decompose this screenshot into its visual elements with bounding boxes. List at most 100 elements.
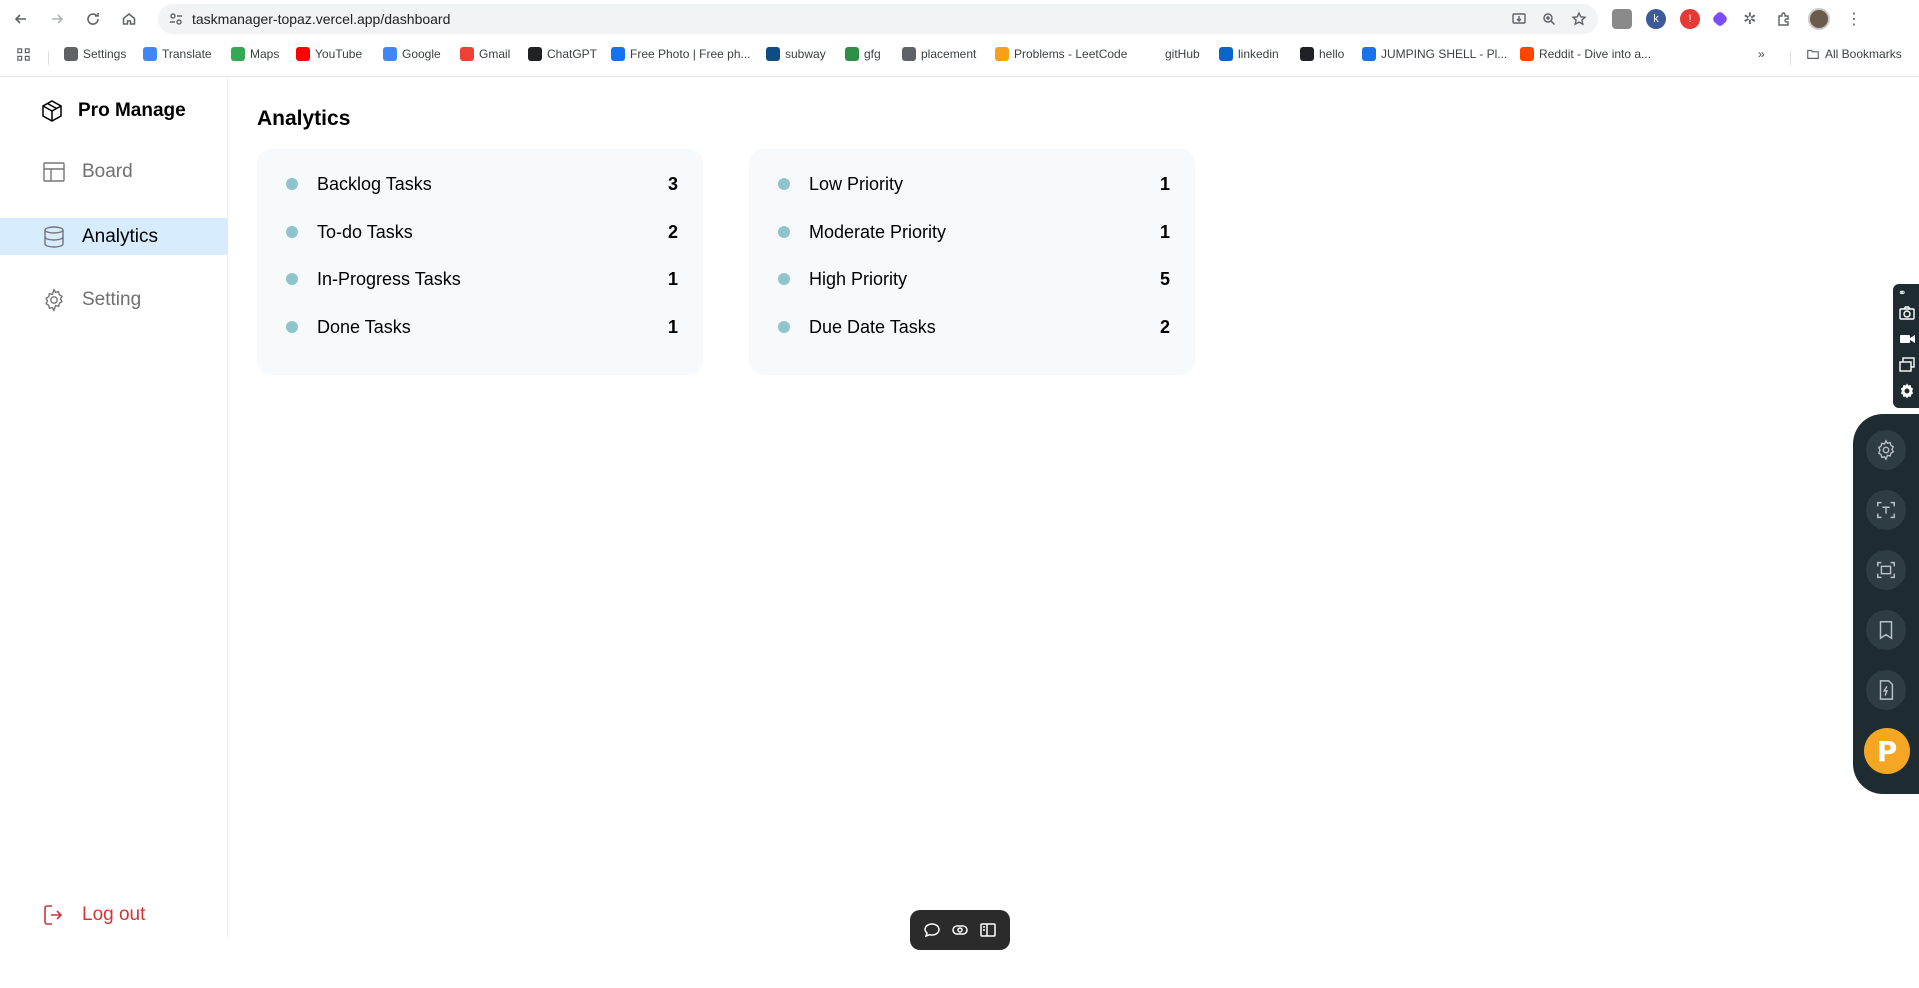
- site-info-icon[interactable]: [168, 11, 184, 27]
- comment-icon[interactable]: [922, 920, 942, 940]
- bookmark-label: ChatGPT: [547, 47, 598, 61]
- sidebar-item-analytics[interactable]: Analytics: [0, 218, 228, 255]
- bookmark-item[interactable]: Reddit - Dive into a...: [1520, 47, 1651, 61]
- bookmark-item[interactable]: placement: [902, 47, 976, 61]
- stat-value: 3: [667, 173, 678, 194]
- brand-name: Pro Manage: [78, 100, 186, 121]
- bullet-dot-icon: [778, 226, 790, 238]
- database-icon: [44, 225, 64, 248]
- bookmark-item[interactable]: Gmail: [460, 47, 510, 61]
- bookmark-label: JUMPING SHELL - Pl...: [1381, 47, 1508, 61]
- bookmark-item[interactable]: Settings: [64, 47, 126, 61]
- bullet-dot-icon: [286, 226, 298, 238]
- text-scan-icon[interactable]: [1866, 490, 1906, 530]
- freepik-icon: [611, 47, 625, 61]
- extension-brand-icon[interactable]: P: [1864, 728, 1910, 774]
- bookmark-star-icon[interactable]: [1570, 10, 1588, 28]
- list-item: Done Tasks 1: [286, 315, 678, 339]
- stat-value: 1: [1159, 173, 1170, 194]
- bookmark-label: hello: [1319, 47, 1345, 61]
- bookmark-item[interactable]: Free Photo | Free ph...: [611, 47, 751, 61]
- install-app-icon[interactable]: [1510, 10, 1528, 28]
- profile-avatar[interactable]: [1808, 8, 1830, 30]
- floating-toolbar: [910, 910, 1010, 950]
- bookmark-label: Gmail: [479, 47, 511, 61]
- extension-diamond-icon[interactable]: [1711, 10, 1729, 28]
- bookmark-separator: [48, 51, 49, 65]
- extension-screen-icon[interactable]: [1612, 9, 1632, 29]
- bookmark-separator: [1790, 51, 1791, 65]
- list-item: In-Progress Tasks 1: [286, 267, 678, 291]
- google-icon: [383, 47, 397, 61]
- bookmark-item[interactable]: ChatGPT: [528, 47, 597, 61]
- windows-icon[interactable]: [1898, 356, 1916, 374]
- main-content: Analytics Backlog Tasks 3 To-do Tasks 2 …: [228, 77, 1908, 937]
- board-layout-icon: [43, 161, 65, 182]
- bookmark-item[interactable]: gfg: [845, 47, 881, 61]
- bookmark-item[interactable]: JUMPING SHELL - Pl...: [1362, 47, 1507, 61]
- list-item: Backlog Tasks 3: [286, 172, 678, 196]
- more-bookmarks-icon[interactable]: »: [1758, 47, 1765, 61]
- task-priority-card: Low Priority 1 Moderate Priority 1 High …: [749, 149, 1195, 375]
- extensions-area: k ! ✲ ⋮: [1612, 8, 1864, 30]
- globe-icon: [902, 47, 916, 61]
- panel-layout-icon[interactable]: [978, 920, 998, 940]
- bookmark-item[interactable]: hello: [1300, 47, 1344, 61]
- subway-icon: [766, 47, 780, 61]
- apps-grid-icon[interactable]: [16, 47, 31, 62]
- logout-label: Log out: [82, 904, 146, 925]
- reload-icon[interactable]: [80, 6, 106, 32]
- extensions-puzzle-icon[interactable]: [1774, 9, 1794, 29]
- bookmark-label: Google: [402, 47, 441, 61]
- bookmark-item[interactable]: Maps: [231, 47, 279, 61]
- video-camera-icon[interactable]: [1898, 330, 1916, 348]
- flash-file-icon[interactable]: [1866, 670, 1906, 710]
- bookmark-item[interactable]: gitHub: [1165, 47, 1200, 61]
- bookmark-icon[interactable]: [1866, 610, 1906, 650]
- gear-icon[interactable]: [1898, 382, 1916, 400]
- settings-icon[interactable]: [1866, 430, 1906, 470]
- bookmark-item[interactable]: subway: [766, 47, 826, 61]
- list-item: To-do Tasks 2: [286, 220, 678, 244]
- bookmark-item[interactable]: linkedin: [1219, 47, 1279, 61]
- bookmark-label: gfg: [864, 47, 881, 61]
- sidebar-item-board[interactable]: Board: [0, 153, 228, 190]
- url-text[interactable]: taskmanager-topaz.vercel.app/dashboard: [192, 11, 450, 27]
- bookmark-item[interactable]: YouTube: [296, 47, 362, 61]
- extension-mini-toolbar: ⚭: [1893, 284, 1919, 408]
- stat-value: 1: [667, 316, 678, 337]
- logout-button[interactable]: Log out: [42, 903, 145, 927]
- extension-shield-icon[interactable]: !: [1680, 9, 1700, 29]
- leetcode-icon: [995, 47, 1009, 61]
- back-icon[interactable]: [8, 6, 34, 32]
- browser-chrome: taskmanager-topaz.vercel.app/dashboard k…: [0, 0, 1919, 77]
- stat-label: Due Date Tasks: [809, 316, 936, 337]
- eye-toggle-icon[interactable]: [950, 920, 970, 940]
- bookmark-item[interactable]: Problems - LeetCode: [995, 47, 1127, 61]
- linkedin-icon: [1219, 47, 1233, 61]
- camera-icon[interactable]: [1898, 304, 1916, 322]
- sidebar-item-setting[interactable]: Setting: [0, 281, 228, 318]
- bookmark-label: linkedin: [1238, 47, 1279, 61]
- browser-menu-icon[interactable]: ⋮: [1844, 9, 1864, 29]
- forward-icon[interactable]: [44, 6, 70, 32]
- screen-capture-icon[interactable]: [1866, 550, 1906, 590]
- brand: Pro Manage: [40, 99, 186, 123]
- address-bar[interactable]: taskmanager-topaz.vercel.app/dashboard: [158, 4, 1598, 34]
- stat-label: Moderate Priority: [809, 221, 947, 242]
- bookmark-item[interactable]: Google: [383, 47, 441, 61]
- gfg-icon: [845, 47, 859, 61]
- all-bookmarks[interactable]: All Bookmarks: [1806, 47, 1902, 61]
- list-item: Moderate Priority 1: [778, 220, 1170, 244]
- bookmark-label: Problems - LeetCode: [1014, 47, 1128, 61]
- app-root: Pro Manage Board Analytics Setting Log o…: [0, 77, 1919, 988]
- extension-k-icon[interactable]: k: [1646, 9, 1666, 29]
- stat-label: To-do Tasks: [317, 221, 413, 242]
- sidebar-item-label: Analytics: [82, 225, 159, 247]
- bullet-dot-icon: [286, 178, 298, 190]
- bookmark-item[interactable]: Translate: [143, 47, 212, 61]
- home-icon[interactable]: [116, 6, 142, 32]
- zoom-icon[interactable]: [1540, 10, 1558, 28]
- stat-label: Done Tasks: [317, 316, 411, 337]
- extension-bug-icon[interactable]: ✲: [1740, 9, 1760, 29]
